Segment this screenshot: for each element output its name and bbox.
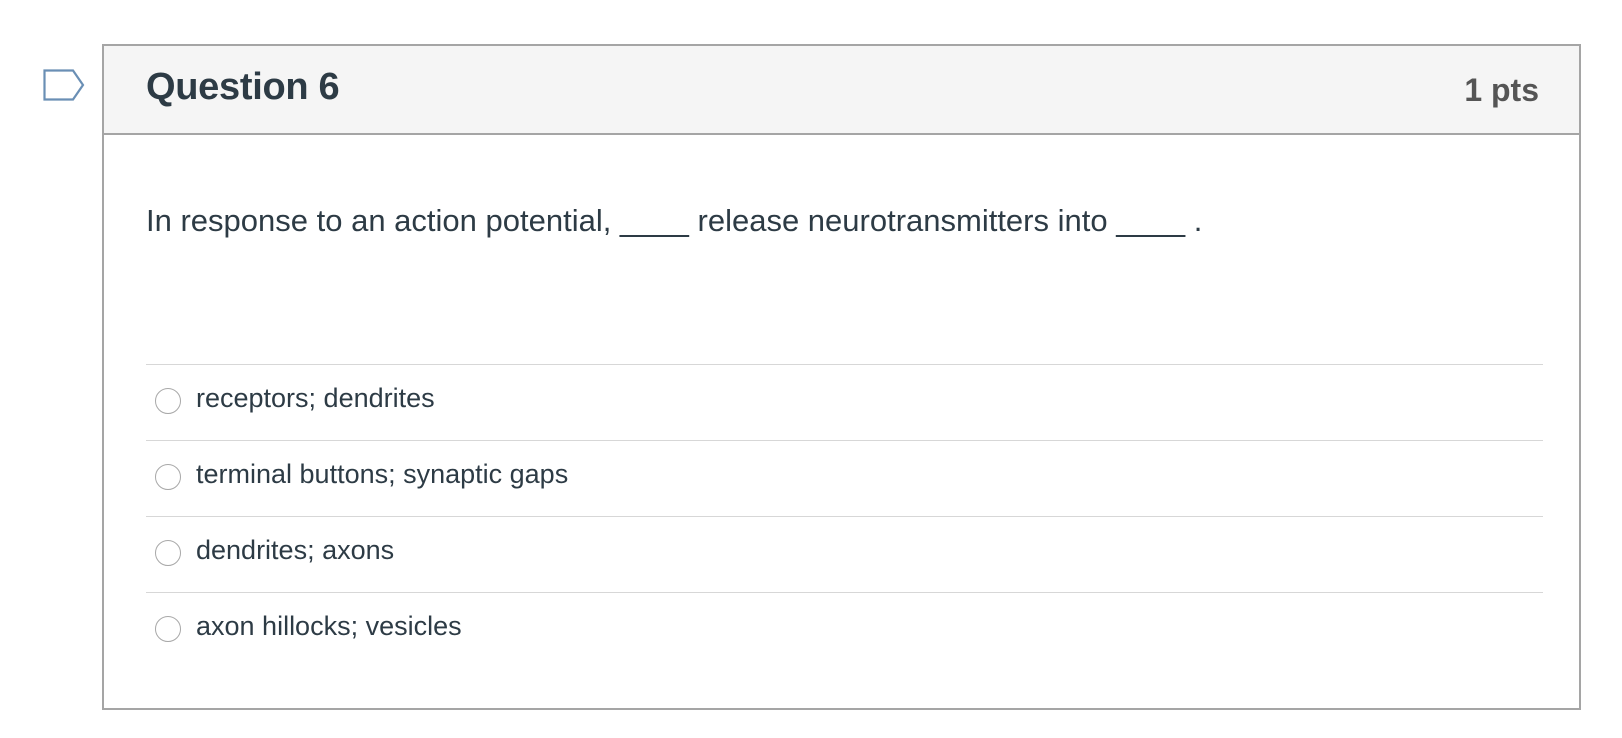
answer-option[interactable]: dendrites; axons — [146, 516, 1543, 592]
answer-option[interactable]: receptors; dendrites — [146, 364, 1543, 440]
radio-button[interactable] — [155, 388, 181, 414]
radio-button[interactable] — [155, 464, 181, 490]
bookmark-flag-icon — [43, 69, 85, 101]
radio-button[interactable] — [155, 540, 181, 566]
radio-button[interactable] — [155, 616, 181, 642]
answer-label: axon hillocks; vesicles — [196, 611, 462, 641]
answer-label: terminal buttons; synaptic gaps — [196, 459, 569, 489]
question-title: Question 6 — [146, 66, 340, 108]
flag-question-icon[interactable] — [43, 69, 87, 105]
answer-label: dendrites; axons — [196, 535, 395, 565]
answer-list: receptors; dendrites terminal buttons; s… — [146, 364, 1543, 668]
question-text: In response to an action potential, ____… — [146, 203, 1203, 238]
answer-option[interactable]: terminal buttons; synaptic gaps — [146, 440, 1543, 516]
answer-label: receptors; dendrites — [196, 383, 435, 413]
question-card: Question 6 1 pts In response to an actio… — [102, 44, 1581, 710]
answer-option[interactable]: axon hillocks; vesicles — [146, 592, 1543, 668]
question-header: Question 6 1 pts — [104, 46, 1579, 135]
question-points: 1 pts — [1464, 72, 1539, 108]
